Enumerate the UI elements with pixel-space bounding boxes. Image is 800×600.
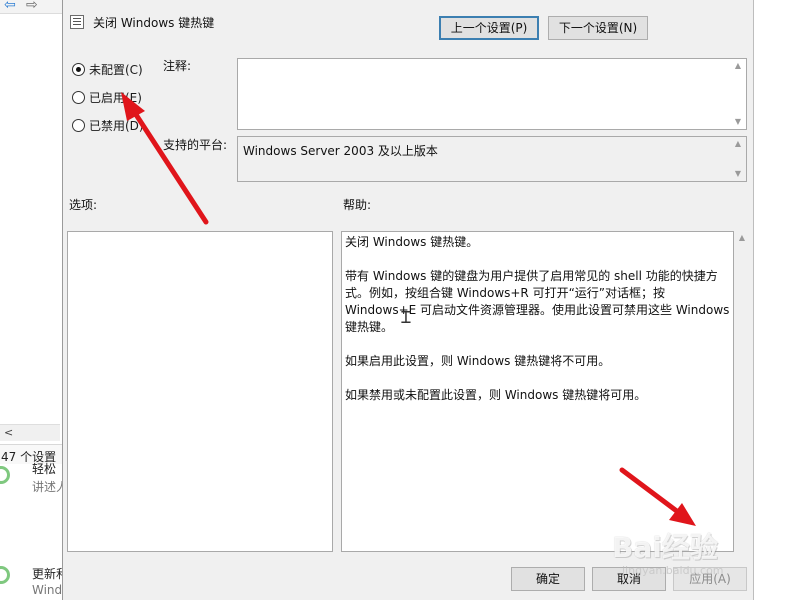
radio-button[interactable]	[72, 118, 85, 132]
comment-textarea[interactable]: ▲ ▼	[237, 58, 747, 130]
ease-of-access-icon	[0, 466, 10, 484]
radio-label: 未配置(C)	[89, 62, 143, 77]
text-cursor-icon: Ꮖ	[401, 308, 412, 327]
comment-label: 注释:	[163, 59, 192, 73]
radio-label: 已启用(E)	[89, 90, 142, 105]
background-toolbar: ⇦ ⇨	[0, 0, 64, 14]
ok-button[interactable]: 确定	[511, 567, 585, 591]
options-label: 选项:	[69, 198, 98, 212]
platform-scrollbar[interactable]: ▲ ▼	[730, 137, 746, 181]
back-arrow-icon[interactable]: ⇦	[4, 0, 16, 12]
platform-label: 支持的平台:	[163, 138, 228, 152]
previous-setting-button[interactable]: 上一个设置(P)	[439, 16, 539, 40]
radio-disabled[interactable]: 已禁用(D)	[72, 117, 144, 133]
background-item-title[interactable]: 轻松	[32, 460, 56, 477]
update-icon	[0, 566, 10, 584]
background-window: ⇦ ⇨ < 47 个设置 轻松 讲述人 更新和 Wind	[0, 0, 64, 600]
policy-title: 关闭 Windows 键热键	[93, 16, 215, 30]
help-scrollbar[interactable]: ▲	[734, 231, 750, 552]
background-item-title[interactable]: 更新和	[32, 565, 64, 582]
help-panel: 关闭 Windows 键热键。 带有 Windows 键的键盘为用户提供了启用常…	[341, 231, 734, 552]
horizontal-scrollbar[interactable]: <	[0, 424, 60, 441]
scroll-up-icon[interactable]: ▲	[730, 137, 746, 151]
policy-settings-icon	[70, 15, 84, 29]
cancel-button[interactable]: 取消	[592, 567, 666, 591]
options-panel	[67, 231, 333, 552]
radio-label: 已禁用(D)	[89, 118, 144, 133]
help-paragraph: 如果启用此设置，则 Windows 键热键将不可用。	[345, 354, 611, 368]
forward-arrow-icon[interactable]: ⇨	[26, 0, 38, 12]
radio-button[interactable]	[72, 90, 85, 104]
platform-value: Windows Server 2003 及以上版本	[243, 144, 438, 158]
radio-button-checked[interactable]	[72, 62, 85, 76]
help-text: 关闭 Windows 键热键。 带有 Windows 键的键盘为用户提供了启用常…	[345, 234, 731, 421]
next-setting-button[interactable]: 下一个设置(N)	[548, 16, 648, 40]
help-paragraph: 如果禁用或未配置此设置，则 Windows 键热键将可用。	[345, 388, 647, 402]
scroll-left-icon[interactable]: <	[4, 426, 13, 439]
help-label: 帮助:	[343, 198, 372, 212]
policy-settings-dialog: 关闭 Windows 键热键 上一个设置(P) 下一个设置(N) 未配置(C) …	[62, 0, 754, 600]
scroll-down-icon[interactable]: ▼	[730, 115, 746, 129]
background-item-subtitle: Wind	[32, 583, 63, 597]
radio-not-configured[interactable]: 未配置(C)	[72, 61, 143, 77]
comment-scrollbar[interactable]: ▲ ▼	[730, 59, 746, 129]
radio-enabled[interactable]: 已启用(E)	[72, 89, 142, 105]
apply-button[interactable]: 应用(A)	[673, 567, 747, 591]
scroll-down-icon[interactable]: ▼	[730, 167, 746, 181]
scroll-up-icon[interactable]: ▲	[730, 59, 746, 73]
background-item-subtitle: 讲述人	[32, 480, 64, 494]
help-paragraph: 关闭 Windows 键热键。	[345, 235, 479, 249]
platform-field: Windows Server 2003 及以上版本 ▲ ▼	[237, 136, 747, 182]
scroll-up-icon[interactable]: ▲	[734, 233, 750, 242]
